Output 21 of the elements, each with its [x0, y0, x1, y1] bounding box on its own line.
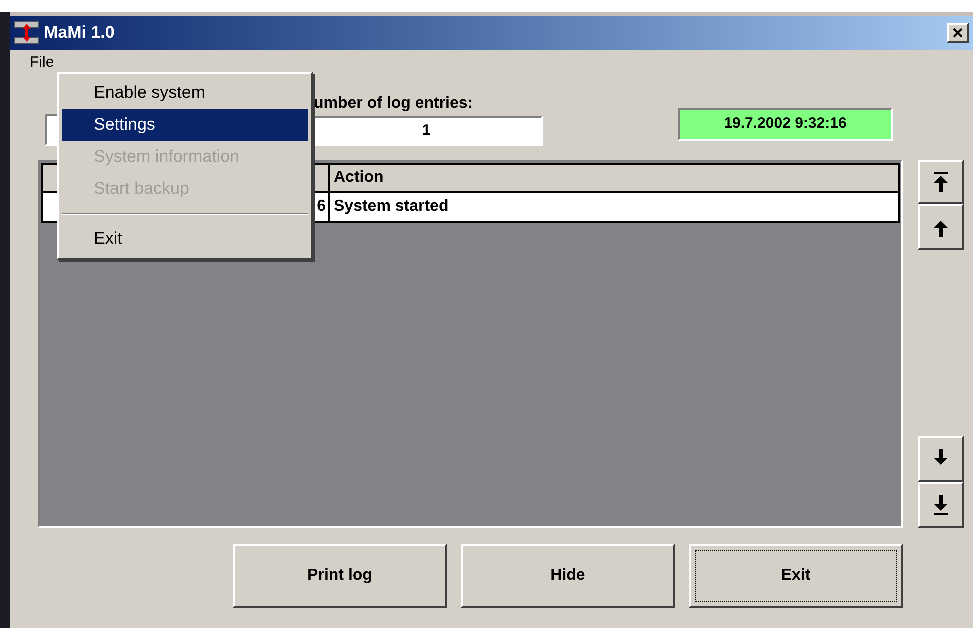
- menu-item[interactable]: File: [30, 52, 54, 74]
- table-cell-text: System started: [333, 197, 450, 217]
- window-title: MaMi 1.0: [44, 22, 115, 44]
- table-cell-text: 6: [317, 197, 326, 217]
- menu-item[interactable]: Settings: [62, 109, 308, 141]
- dialog-button[interactable]: Print log: [233, 544, 447, 608]
- scroll-up-button[interactable]: [918, 204, 964, 250]
- dialog-button[interactable]: Exit: [689, 544, 903, 608]
- close-button[interactable]: [947, 23, 969, 43]
- app-icon: [14, 20, 40, 46]
- menu-item[interactable]: Exit: [62, 223, 308, 255]
- clock-display: 19.7.2002 9:32:16: [678, 108, 893, 141]
- close-icon: [953, 28, 963, 38]
- scroll-top-button[interactable]: [918, 160, 964, 204]
- dialog-button[interactable]: Hide: [461, 544, 675, 608]
- scroll-bottom-button[interactable]: [918, 482, 964, 528]
- menu-item[interactable]: Enable system: [62, 77, 308, 109]
- scroll-down-button[interactable]: [918, 436, 964, 482]
- field-label: umber of log entries:: [314, 94, 474, 114]
- arrow-down-to-line-icon: [933, 494, 949, 516]
- arrow-up-to-line-icon: [933, 171, 949, 193]
